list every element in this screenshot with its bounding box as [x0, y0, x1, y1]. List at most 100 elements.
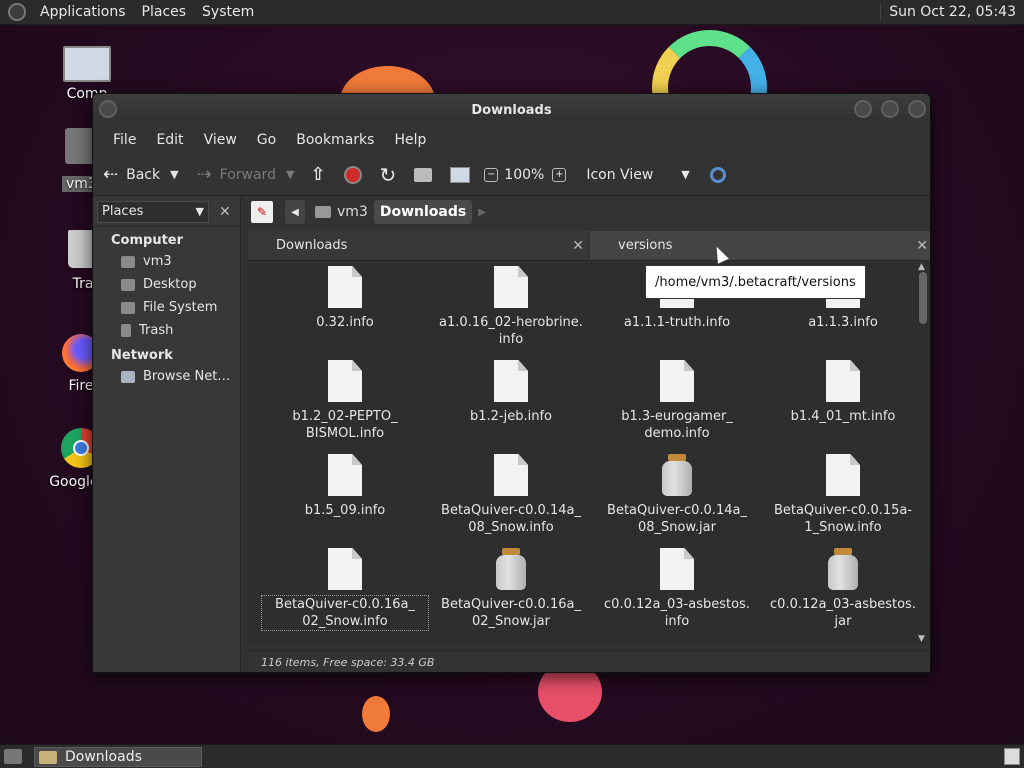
menu-edit[interactable]: Edit	[146, 132, 193, 148]
scrollbar-thumb[interactable]	[919, 272, 927, 324]
tab-versions[interactable]: versions ✕	[590, 231, 930, 261]
file-name: b1.3-eurogamer_ demo.info	[621, 409, 733, 441]
file-name: BetaQuiver-c0.0.14a_ 08_Snow.info	[441, 503, 581, 535]
up-button[interactable]: ⇧	[310, 164, 333, 185]
sidebar-close-icon[interactable]: ✕	[219, 204, 231, 220]
menu-go[interactable]: Go	[247, 132, 286, 148]
taskbar-item-downloads[interactable]: Downloads	[34, 747, 202, 767]
close-button[interactable]	[908, 100, 926, 118]
file-item[interactable]: BetaQuiver-c0.0.15a- 1_Snow.info	[760, 454, 916, 536]
file-item[interactable]: b1.2-jeb.info	[428, 360, 594, 425]
applications-menu[interactable]: Applications	[32, 4, 134, 20]
sidebar-section-network: Network	[111, 348, 173, 363]
tab-close-icon[interactable]: ✕	[916, 238, 928, 254]
workspace-switcher[interactable]	[1004, 748, 1020, 765]
trash-icon	[121, 324, 131, 337]
sidebar-item-label: vm3	[143, 254, 172, 269]
edit-location-icon[interactable]: ✎	[251, 201, 273, 223]
taskbar-item-label: Downloads	[65, 749, 142, 765]
back-history-dropdown-icon[interactable]: ▼	[170, 168, 178, 181]
search-icon	[709, 166, 726, 183]
bottom-panel: Downloads	[0, 744, 1024, 768]
file-name: b1.2_02-PEPTO_ BISMOL.info	[292, 409, 398, 441]
back-label: Back	[126, 166, 161, 183]
file-item[interactable]: b1.2_02-PEPTO_ BISMOL.info	[262, 360, 428, 442]
tab-close-icon[interactable]: ✕	[572, 238, 584, 254]
file-item[interactable]: b1.5_09.info	[262, 454, 428, 519]
view-mode-label: Icon View	[586, 166, 654, 183]
zoom-level: 100%	[504, 166, 545, 183]
zoom-in-icon[interactable]: +	[552, 167, 567, 182]
places-menu[interactable]: Places	[134, 4, 195, 20]
file-item[interactable]: BetaQuiver-c0.0.16a_ 02_Snow.jar	[428, 548, 594, 630]
window-menu-button[interactable]	[99, 100, 117, 118]
file-name: b1.5_09.info	[304, 503, 386, 518]
file-item[interactable]: b1.3-eurogamer_ demo.info	[594, 360, 760, 442]
distro-logo-icon[interactable]	[8, 3, 26, 21]
file-item[interactable]: BetaQuiver-c0.0.14a_ 08_Snow.info	[428, 454, 594, 536]
jar-file-icon	[827, 548, 859, 590]
file-item[interactable]: 0.32.info	[262, 266, 428, 331]
minimize-button[interactable]	[854, 100, 872, 118]
forward-label: Forward	[219, 166, 276, 183]
menu-help[interactable]: Help	[384, 132, 436, 148]
places-sidebar: Places ▼ ✕ Computer vm3 Desktop File Sys…	[93, 197, 241, 672]
jar-file-icon	[495, 548, 527, 590]
computer-icon	[450, 166, 471, 183]
window-titlebar[interactable]: Downloads	[93, 94, 930, 126]
menu-view[interactable]: View	[194, 132, 247, 148]
file-name: a1.0.16_02-herobrine. info	[439, 315, 583, 347]
sidebar-item-label: Trash	[139, 323, 174, 338]
file-item[interactable]: c0.0.12a_03-asbestos. info	[594, 548, 760, 630]
forward-history-dropdown-icon[interactable]: ▼	[286, 168, 294, 181]
sidebar-item-trash[interactable]: Trash	[93, 319, 240, 342]
scroll-down-arrow-icon[interactable]: ▼	[918, 634, 925, 644]
file-icon-grid: 0.32.info a1.0.16_02-herobrine. info a1.1.…	[248, 262, 916, 644]
breadcrumb-left-arrow-icon[interactable]: ◀	[285, 200, 305, 224]
breadcrumb-label: vm3	[337, 204, 368, 220]
computer-button[interactable]	[450, 166, 474, 183]
tab-downloads[interactable]: Downloads ✕	[248, 231, 588, 261]
stop-icon	[343, 165, 362, 184]
folder-icon	[39, 750, 57, 764]
system-menu[interactable]: System	[194, 4, 262, 20]
search-button[interactable]	[709, 166, 726, 183]
sidebar-header: Places ▼ ✕	[93, 197, 240, 227]
document-file-icon	[328, 548, 362, 590]
breadcrumb-vm3[interactable]: vm3	[309, 200, 374, 224]
sidebar-item-vm3[interactable]: vm3	[93, 250, 240, 273]
sidebar-item-desktop[interactable]: Desktop	[93, 273, 240, 296]
file-name: 0.32.info	[316, 315, 374, 330]
show-desktop-icon[interactable]	[4, 749, 22, 764]
back-button[interactable]: ⇠ Back ▼	[103, 164, 179, 185]
sidebar-item-file-system[interactable]: File System	[93, 296, 240, 319]
sidebar-type-select[interactable]: Places ▼	[97, 200, 209, 223]
stop-button[interactable]	[343, 165, 370, 184]
menu-file[interactable]: File	[103, 132, 146, 148]
scroll-up-arrow-icon[interactable]: ▲	[918, 262, 925, 272]
breadcrumb-downloads[interactable]: Downloads	[373, 200, 473, 224]
file-manager-window: Downloads File Edit View Go Bookmarks He…	[92, 93, 931, 673]
network-icon	[121, 370, 135, 383]
file-item[interactable]: c0.0.12a_03-asbestos. jar	[760, 548, 916, 630]
vertical-scrollbar[interactable]: ▲ ▼	[916, 262, 930, 644]
breadcrumb-right-arrow-icon[interactable]: ▶	[472, 200, 492, 224]
file-item[interactable]: BetaQuiver-c0.0.16a_ 02_Snow.info	[261, 548, 429, 631]
sidebar-item-label: Desktop	[143, 277, 197, 292]
maximize-button[interactable]	[881, 100, 899, 118]
file-item[interactable]: b1.4_01_mt.info	[760, 360, 916, 425]
sidebar-item-browse-network[interactable]: Browse Net…	[93, 365, 240, 388]
view-mode-select[interactable]: Icon View ▼	[586, 167, 689, 183]
clock[interactable]: Sun Oct 22, 05:43	[880, 4, 1024, 20]
menu-bookmarks[interactable]: Bookmarks	[286, 132, 384, 148]
zoom-out-icon[interactable]: −	[484, 167, 499, 182]
tab-label: Downloads	[276, 238, 348, 253]
file-name: c0.0.12a_03-asbestos. info	[604, 597, 750, 629]
reload-button[interactable]: ↻	[380, 163, 405, 187]
forward-button[interactable]: ⇢ Forward ▼	[197, 164, 295, 185]
file-item[interactable]: BetaQuiver-c0.0.14a_ 08_Snow.jar	[594, 454, 760, 536]
file-item[interactable]: a1.0.16_02-herobrine. info	[428, 266, 594, 348]
home-button[interactable]	[414, 167, 440, 182]
desktop-icon	[121, 278, 135, 291]
file-name: BetaQuiver-c0.0.16a_ 02_Snow.info	[261, 595, 429, 631]
